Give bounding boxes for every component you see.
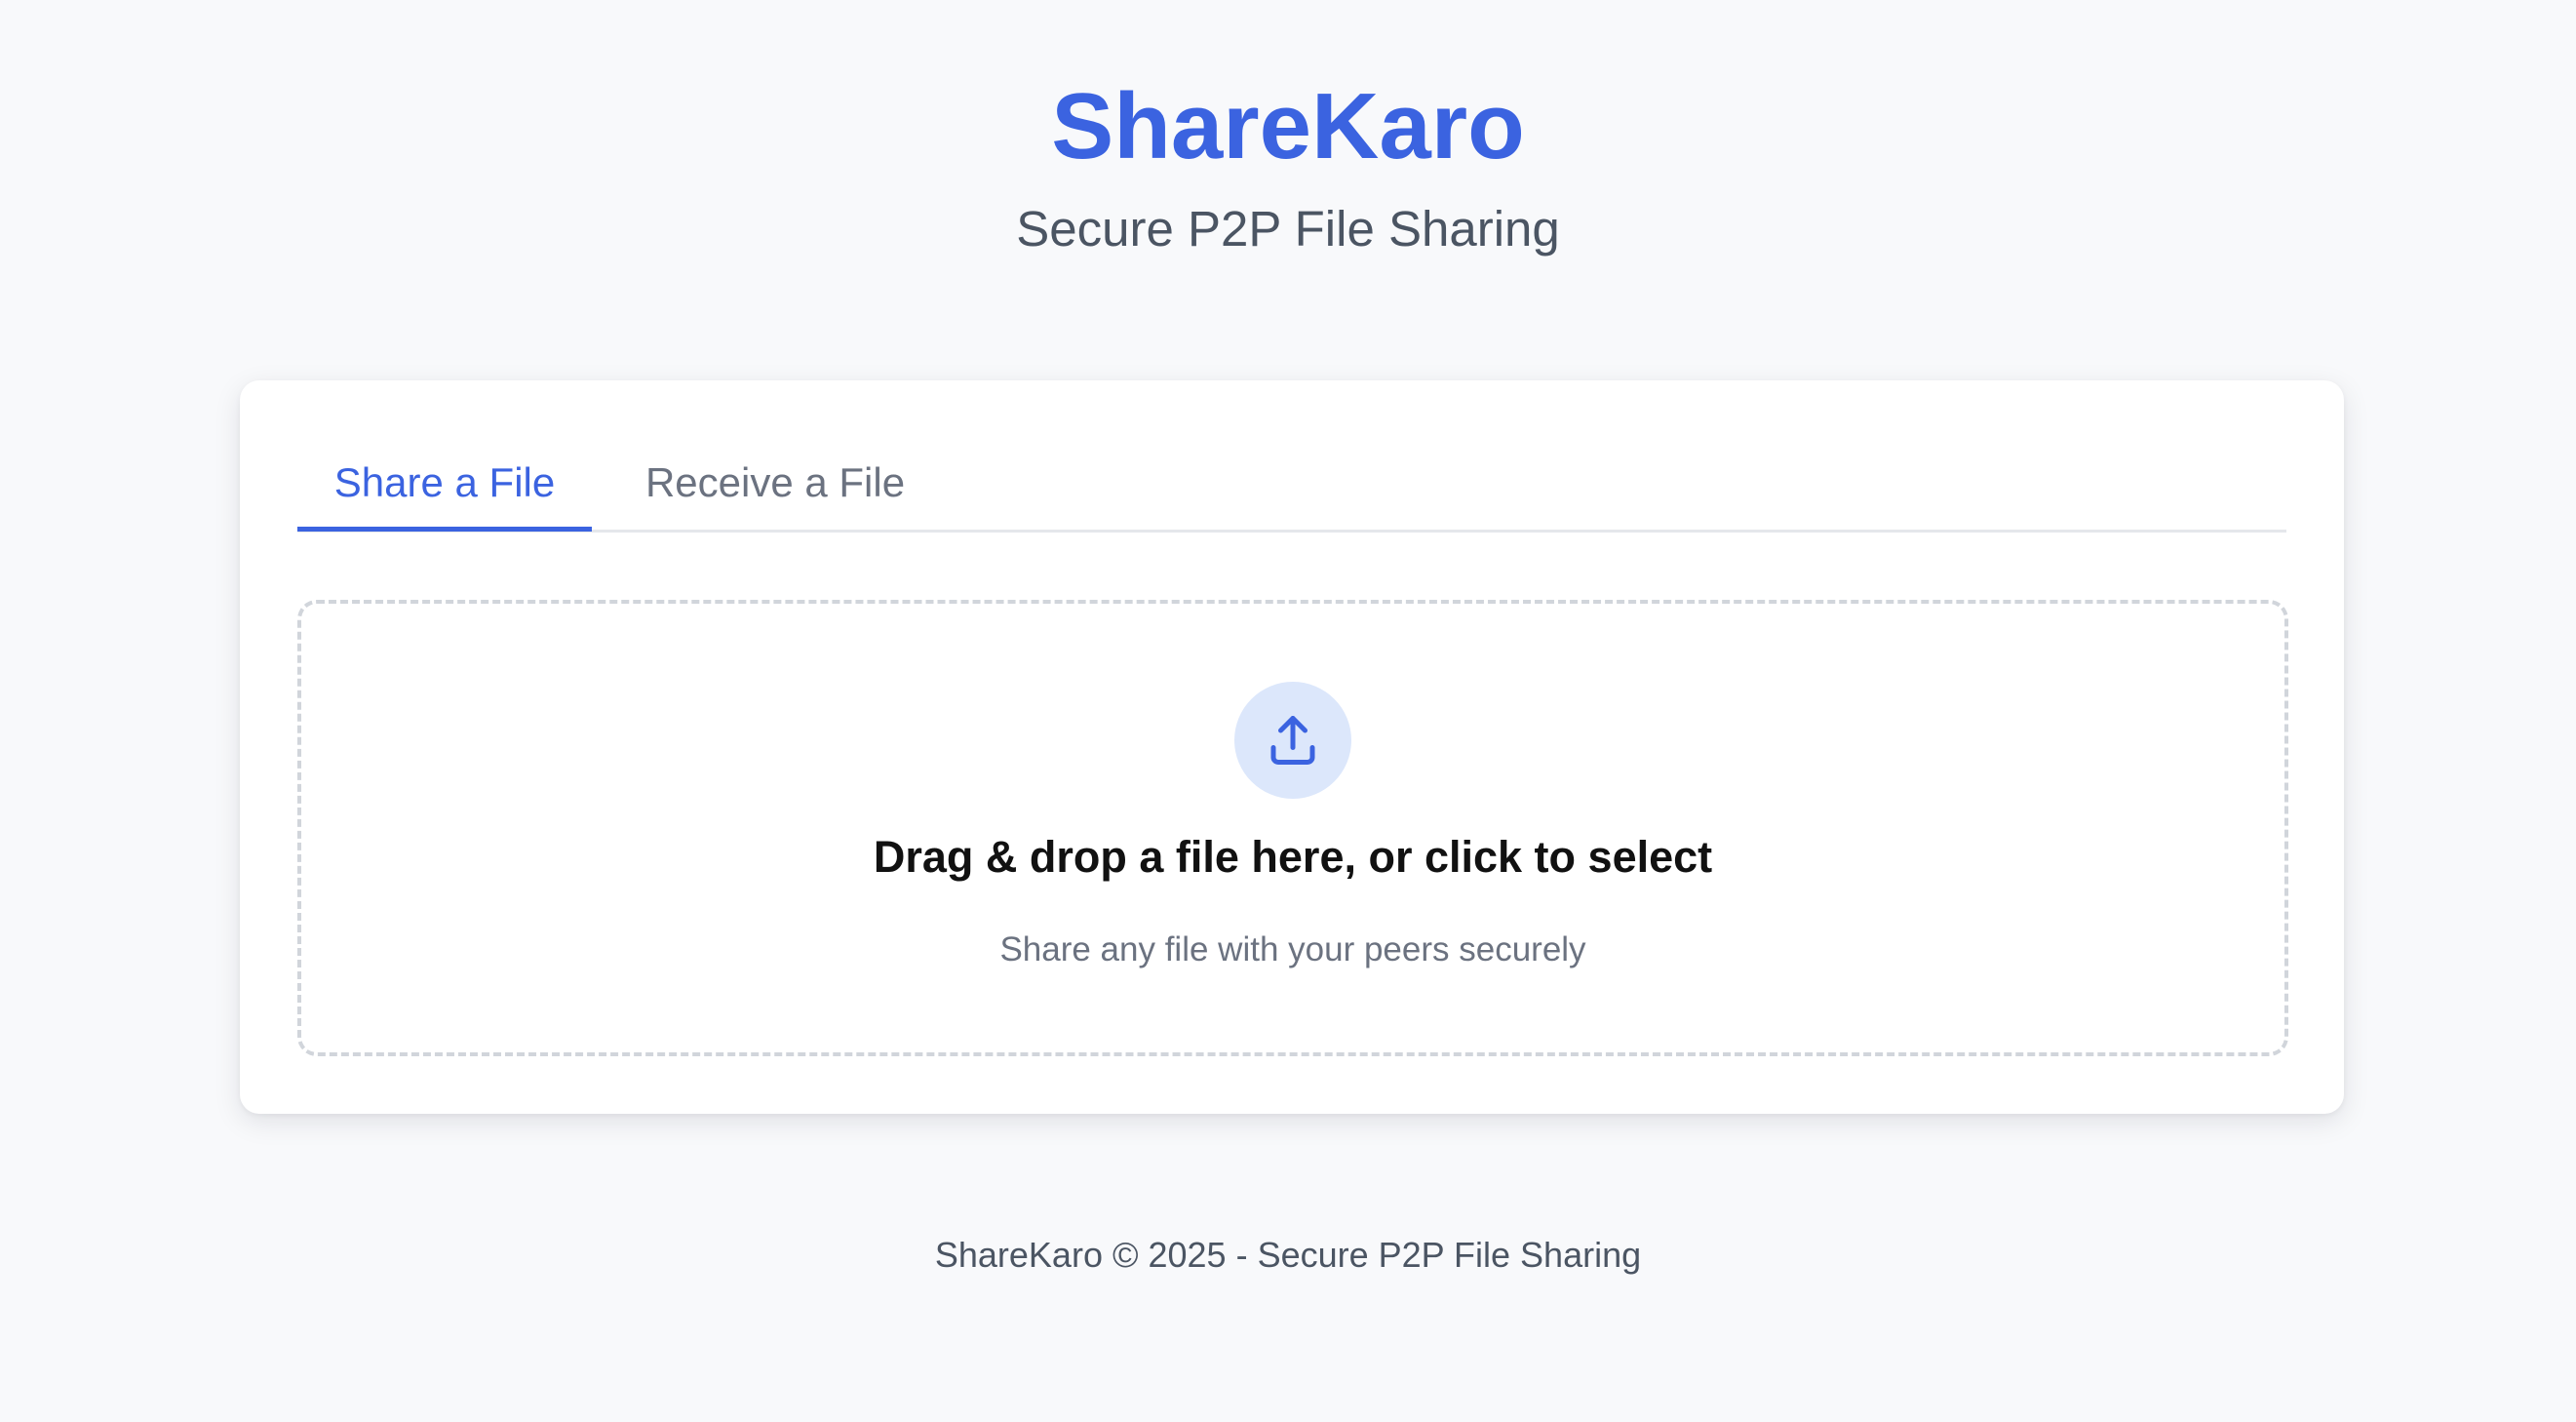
file-dropzone[interactable]: Drag & drop a file here, or click to sel… bbox=[297, 600, 2288, 1056]
page-footer: ShareKaro © 2025 - Secure P2P File Shari… bbox=[934, 1235, 1642, 1275]
app-subtitle: Secure P2P File Sharing bbox=[1016, 201, 1560, 257]
dropzone-subtitle: Share any file with your peers securely bbox=[999, 930, 1586, 968]
share-card: Share a File Receive a File Drag & drop … bbox=[240, 380, 2344, 1114]
tab-bar: Share a File Receive a File bbox=[297, 439, 2286, 533]
dropzone-title: Drag & drop a file here, or click to sel… bbox=[873, 832, 1713, 882]
app-title: ShareKaro bbox=[1051, 74, 1525, 178]
tab-receive-a-file[interactable]: Receive a File bbox=[592, 439, 958, 527]
tab-share-a-file[interactable]: Share a File bbox=[297, 439, 592, 532]
upload-icon bbox=[1234, 682, 1351, 799]
